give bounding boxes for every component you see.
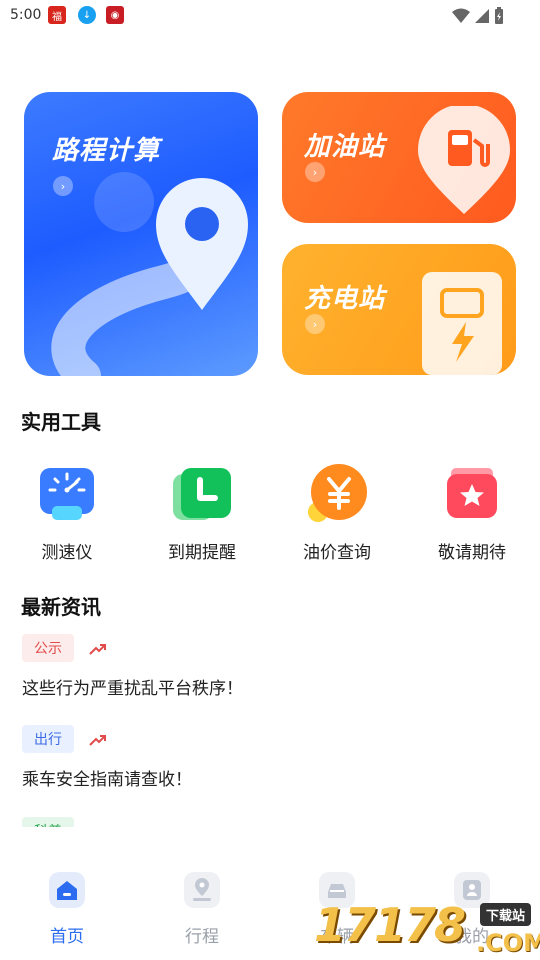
tab-home[interactable]: 首页 — [22, 872, 112, 947]
news-title: 这些行为严重扰乱平台秩序！ — [22, 679, 243, 699]
charging-station-card[interactable]: 充电站 › — [282, 244, 516, 375]
yuan-coin-icon — [306, 462, 368, 524]
news-section-title: 最新资讯 — [21, 595, 101, 619]
location-pin-icon — [184, 872, 220, 908]
charge-card-title: 充电站 — [304, 284, 386, 314]
status-time: 5:00 — [10, 7, 42, 23]
status-bar: 5:00 福 ↓ ◉ — [0, 0, 540, 32]
watermark-logo: 17178 — [314, 898, 466, 952]
gas-arrow-icon: › — [305, 162, 325, 182]
news-tag: 出行 — [22, 725, 74, 753]
route-card-title: 路程计算 — [52, 136, 161, 166]
tool-label: 敬请期待 — [438, 543, 506, 563]
tab-label: 首页 — [50, 927, 84, 947]
system-icons — [452, 7, 504, 25]
news-item[interactable]: 科普 — [22, 817, 74, 827]
gas-card-title: 加油站 — [304, 132, 386, 162]
news-item[interactable]: 公示 这些行为严重扰乱平台秩序！ — [22, 634, 243, 699]
news-title: 乘车安全指南请查收！ — [22, 770, 192, 790]
news-item[interactable]: 出行 乘车安全指南请查收！ — [22, 725, 192, 790]
route-calculation-card[interactable]: 路程计算 › — [24, 92, 258, 376]
tool-speedometer[interactable]: 测速仪 — [7, 462, 127, 563]
clock-icon — [171, 462, 233, 524]
trending-up-icon — [89, 643, 107, 655]
download-icon: ↓ — [78, 6, 96, 24]
star-gift-icon — [441, 462, 503, 524]
wifi-icon — [452, 8, 470, 23]
news-tag: 公示 — [22, 634, 74, 662]
charging-pile-icon — [422, 272, 502, 375]
tool-oil-price[interactable]: 油价查询 — [277, 462, 397, 563]
tab-label: 行程 — [185, 927, 219, 947]
gas-station-card[interactable]: 加油站 › — [282, 92, 516, 223]
tools-grid: 测速仪 到期提醒 油价查询 敬请期待 — [0, 462, 540, 572]
tool-expiry-reminder[interactable]: 到期提醒 — [142, 462, 262, 563]
home-icon — [49, 872, 85, 908]
tool-label: 测速仪 — [41, 543, 93, 563]
map-pin-road-icon — [51, 172, 248, 376]
tool-coming-soon[interactable]: 敬请期待 — [412, 462, 532, 563]
battery-icon — [495, 7, 503, 24]
signal-icon — [475, 9, 489, 23]
trending-up-icon — [89, 734, 107, 746]
tab-trips[interactable]: 行程 — [157, 872, 247, 947]
fuel-pump-icon — [418, 106, 510, 214]
tools-section-title: 实用工具 — [21, 410, 101, 434]
charge-arrow-icon: › — [305, 314, 325, 334]
red-packet-icon: 福 — [48, 6, 66, 24]
watermark-suffix: .COM — [476, 929, 540, 957]
tool-label: 到期提醒 — [168, 543, 236, 563]
watermark-badge: 下载站 — [480, 903, 532, 926]
tool-label: 油价查询 — [303, 543, 371, 563]
speedometer-icon — [36, 462, 98, 524]
app-notification-icon: ◉ — [106, 6, 124, 24]
news-tag: 科普 — [22, 817, 74, 827]
